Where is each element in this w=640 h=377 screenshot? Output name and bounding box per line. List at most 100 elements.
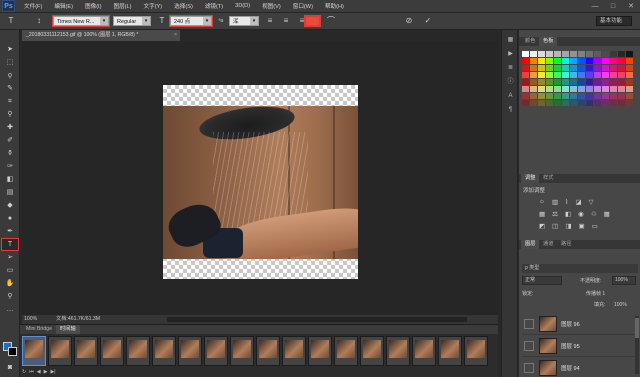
color-swatch[interactable] <box>546 51 553 57</box>
pen-tool-icon[interactable]: ✒ <box>2 226 18 237</box>
horizontal-scrollbar[interactable] <box>167 317 467 322</box>
layer-row[interactable]: 图层 96 <box>522 314 636 335</box>
color-swatch[interactable] <box>602 65 609 71</box>
color-swatch[interactable] <box>594 93 601 99</box>
color-swatch[interactable] <box>626 51 633 57</box>
color-swatch[interactable] <box>538 86 545 92</box>
color-swatch[interactable] <box>530 93 537 99</box>
color-swatch[interactable] <box>626 100 633 106</box>
color-swatch[interactable] <box>594 100 601 106</box>
black-white-icon[interactable]: ◧ <box>565 210 571 218</box>
color-swatch[interactable] <box>618 51 625 57</box>
scrollbar-thumb[interactable] <box>635 318 639 338</box>
color-swatch[interactable] <box>578 72 585 78</box>
color-swatch[interactable] <box>554 93 561 99</box>
cancel-icon[interactable]: ⊘ <box>404 15 414 27</box>
visibility-toggle[interactable] <box>524 319 534 329</box>
color-swatch[interactable] <box>522 79 529 85</box>
timeline-frame[interactable] <box>438 336 462 366</box>
color-swatch[interactable] <box>586 65 593 71</box>
color-swatch[interactable] <box>538 93 545 99</box>
color-swatch[interactable] <box>586 58 593 64</box>
color-swatch[interactable] <box>594 72 601 78</box>
color-swatch[interactable] <box>594 86 601 92</box>
color-swatch[interactable] <box>626 93 633 99</box>
fill-input[interactable]: 100% <box>614 300 627 310</box>
color-swatch[interactable] <box>562 79 569 85</box>
tab-timeline[interactable]: 时间轴 <box>56 325 80 334</box>
posterize-icon[interactable]: ◫ <box>552 222 558 230</box>
color-swatch[interactable] <box>626 58 633 64</box>
timeline-frame[interactable] <box>100 336 124 366</box>
background-color-swatch[interactable] <box>8 347 17 356</box>
color-swatch[interactable] <box>570 65 577 71</box>
color-swatch[interactable] <box>602 58 609 64</box>
minimize-button[interactable]: — <box>588 2 602 11</box>
type-tool-preset-icon[interactable]: T <box>4 15 18 27</box>
color-swatch[interactable] <box>586 100 593 106</box>
color-swatch[interactable] <box>522 51 529 57</box>
hue-saturation-icon[interactable]: ▦ <box>539 210 545 218</box>
color-swatch[interactable] <box>522 86 529 92</box>
color-swatch[interactable] <box>610 100 617 106</box>
menu-type[interactable]: 文字(Y) <box>138 2 169 10</box>
layers-scrollbar[interactable] <box>635 316 639 374</box>
menu-select[interactable]: 选择(S) <box>168 2 199 10</box>
color-swatch[interactable] <box>570 100 577 106</box>
color-swatch[interactable] <box>618 93 625 99</box>
color-swatch[interactable] <box>602 51 609 57</box>
timeline-frame[interactable] <box>412 336 436 366</box>
color-swatch[interactable] <box>610 93 617 99</box>
color-swatch[interactable] <box>538 72 545 78</box>
color-swatch[interactable] <box>554 51 561 57</box>
shape-tool-icon[interactable]: ▭ <box>2 265 18 276</box>
color-swatch[interactable] <box>586 72 593 78</box>
crop-tool-icon[interactable]: ⌗ <box>2 96 18 107</box>
color-swatch[interactable] <box>546 65 553 71</box>
color-swatch[interactable] <box>546 72 553 78</box>
tab-paths[interactable]: 路径 <box>557 240 575 249</box>
color-swatch[interactable] <box>546 79 553 85</box>
levels-icon[interactable]: ▥ <box>552 198 558 206</box>
brightness-icon[interactable]: ☼ <box>539 198 545 206</box>
color-swatch[interactable] <box>562 51 569 57</box>
type-tool-icon[interactable]: T <box>1 238 19 251</box>
align-left-icon[interactable]: ≡ <box>265 15 275 27</box>
timeline-frame[interactable] <box>126 336 150 366</box>
timeline-frame[interactable] <box>74 336 98 366</box>
color-swatch[interactable] <box>530 65 537 71</box>
menu-image[interactable]: 图像(I) <box>79 2 107 10</box>
color-swatch[interactable] <box>554 79 561 85</box>
history-icon[interactable]: ▦ <box>506 36 515 45</box>
menu-3d[interactable]: 3D(D) <box>229 3 256 9</box>
tab-layers[interactable]: 图层 <box>521 240 540 249</box>
healing-brush-tool-icon[interactable]: ✚ <box>2 122 18 133</box>
color-swatch[interactable] <box>522 100 529 106</box>
color-swatch[interactable] <box>570 93 577 99</box>
color-swatch[interactable] <box>578 100 585 106</box>
gradient-map-icon[interactable]: ▭ <box>592 222 598 230</box>
prev-frame-icon[interactable]: ◀ <box>37 369 41 375</box>
color-swatch[interactable] <box>554 58 561 64</box>
color-swatch[interactable] <box>618 72 625 78</box>
color-swatch[interactable] <box>562 86 569 92</box>
color-swatch[interactable] <box>586 93 593 99</box>
color-swatch[interactable] <box>530 72 537 78</box>
menu-edit[interactable]: 编辑(E) <box>48 2 79 10</box>
color-swatch[interactable] <box>554 72 561 78</box>
properties-icon[interactable]: ≣ <box>506 64 515 73</box>
color-swatch[interactable] <box>610 51 617 57</box>
timeline-frame[interactable] <box>360 336 384 366</box>
menu-layer[interactable]: 图层(L) <box>107 2 137 10</box>
color-swatch[interactable] <box>570 51 577 57</box>
color-lookup-icon[interactable]: ▦ <box>604 210 610 218</box>
paragraph-icon[interactable]: ¶ <box>506 106 515 115</box>
color-swatch[interactable] <box>562 100 569 106</box>
tab-channels[interactable]: 通道 <box>539 240 557 249</box>
color-swatch[interactable] <box>594 58 601 64</box>
menu-view[interactable]: 视图(V) <box>256 2 287 10</box>
color-swatch[interactable] <box>530 86 537 92</box>
timeline-frame[interactable] <box>386 336 410 366</box>
color-swatch[interactable] <box>586 86 593 92</box>
color-swatch[interactable] <box>562 65 569 71</box>
